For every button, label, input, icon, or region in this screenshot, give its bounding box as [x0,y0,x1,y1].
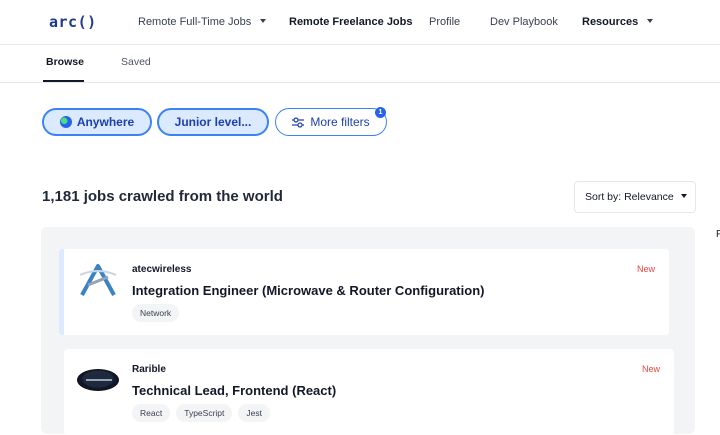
sort-label: Sort by: Relevance [585,191,674,203]
nav-label: Resources [582,16,639,28]
tab-browse[interactable]: Browse [46,56,84,68]
nav-label: Remote Full-Time Jobs [138,16,252,28]
skill-tag: Network [132,304,180,322]
job-title[interactable]: Integration Engineer (Microwave & Router… [132,283,484,298]
job-card[interactable]: Rarible Technical Lead, Frontend (React)… [64,349,674,435]
skill-tag: React [132,404,171,422]
chevron-down-icon [680,194,687,198]
skill-tag: Jest [238,404,270,422]
active-tab-indicator [43,80,84,82]
sub-navigation: Browse Saved [0,45,720,83]
location-filter-button[interactable]: Anywhere [42,108,152,136]
arc-logo[interactable]: arc() [49,13,97,31]
results-heading: 1,181 jobs crawled from the world [42,188,283,205]
nav-resources[interactable]: Resources [582,16,654,28]
company-name: atecwireless [132,264,192,275]
filter-count-badge: 1 [375,107,386,118]
skill-tag: TypeScript [176,404,233,422]
skill-tags: Network [132,304,180,322]
new-badge: New [636,264,655,274]
more-filters-label: More filters [310,115,370,129]
nav-remote-freelance-jobs[interactable]: Remote Freelance Jobs [289,16,413,28]
tab-saved[interactable]: Saved [121,56,151,68]
nav-remote-full-time-jobs[interactable]: Remote Full-Time Jobs [138,16,267,28]
level-filter-label: Junior level... [174,115,252,129]
job-card[interactable]: atecwireless Integration Engineer (Micro… [59,249,669,335]
nav-dev-playbook[interactable]: Dev Playbook [490,16,558,28]
level-filter-button[interactable]: Junior level... [157,108,269,136]
sliders-icon [292,116,305,128]
chevron-down-icon [647,19,654,24]
job-title[interactable]: Technical Lead, Frontend (React) [132,383,336,398]
more-filters-button[interactable]: More filters [275,108,387,136]
company-name: Rarible [132,364,166,375]
skill-tags: React TypeScript Jest [132,404,270,422]
top-navigation: arc() Remote Full-Time Jobs Remote Freel… [0,0,720,45]
location-filter-label: Anywhere [76,115,135,129]
chevron-down-icon [260,19,267,24]
nav-profile[interactable]: Profile [429,16,460,28]
sort-dropdown[interactable]: Sort by: Relevance [574,181,696,213]
sidebar-edge-text: F [716,229,720,240]
company-logo [77,369,119,391]
new-badge: New [641,364,660,374]
company-logo [79,264,117,296]
globe-icon [59,116,72,128]
